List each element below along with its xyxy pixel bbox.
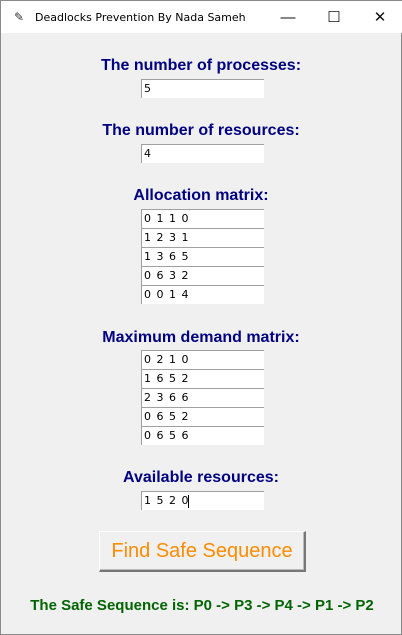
window-title: Deadlocks Prevention By Nada Sameh	[35, 10, 246, 24]
available-label: Available resources:	[123, 469, 279, 486]
maximum-row-input[interactable]: 0 6 5 2	[141, 407, 264, 426]
close-button[interactable]: ✕	[357, 1, 402, 33]
allocation-row-input[interactable]: 1 3 6 5	[141, 247, 264, 266]
processes-input[interactable]: 5	[141, 79, 264, 98]
allocation-label: Allocation matrix:	[133, 187, 269, 204]
allocation-row-input[interactable]: 1 2 3 1	[141, 228, 264, 247]
processes-label: The number of processes:	[100, 57, 302, 74]
allocation-row-input[interactable]: 0 1 1 0	[141, 209, 264, 228]
allocation-row-input[interactable]: 0 0 1 4	[141, 285, 264, 304]
maximum-row-input[interactable]: 2 3 6 6	[141, 388, 264, 407]
text-cursor	[188, 494, 190, 508]
find-safe-sequence-button[interactable]: Find Safe Sequence	[99, 531, 306, 572]
minimize-button[interactable]: —	[265, 1, 311, 33]
feather-icon: ✎	[14, 10, 25, 24]
resources-label: The number of resources:	[102, 122, 300, 139]
maximum-row-input[interactable]: 0 6 5 6	[141, 426, 264, 445]
available-input[interactable]: 1 5 2 0	[141, 491, 264, 510]
maximum-label: Maximum demand matrix:	[102, 329, 300, 346]
resources-input[interactable]: 4	[141, 144, 264, 163]
available-value: 1 5 2 0	[144, 494, 190, 507]
allocation-row-input[interactable]: 0 6 3 2	[141, 266, 264, 285]
title-bar: ✎ Deadlocks Prevention By Nada Sameh — ☐…	[1, 1, 402, 33]
maximum-row-input[interactable]: 0 2 1 0	[141, 350, 264, 369]
maximize-button[interactable]: ☐	[311, 1, 357, 33]
safe-sequence-result: The Safe Sequence is: P0 -> P3 -> P4 -> …	[30, 597, 374, 614]
maximum-row-input[interactable]: 1 6 5 2	[141, 369, 264, 388]
